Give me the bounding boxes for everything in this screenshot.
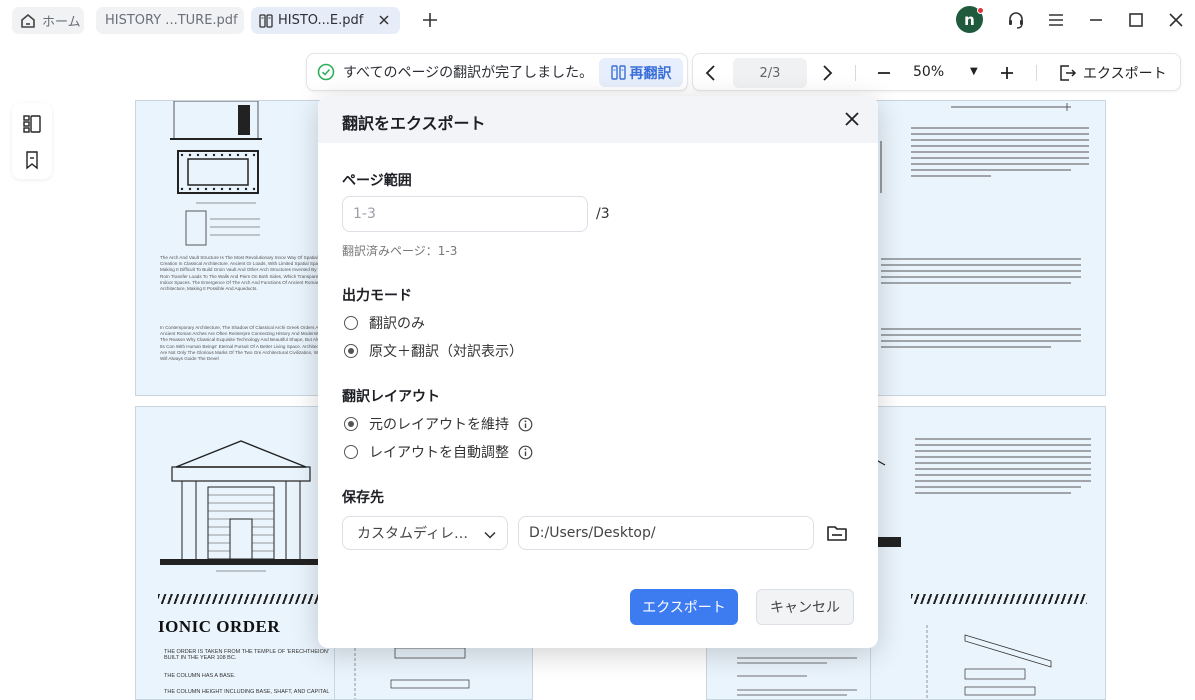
radio-button-selected[interactable] <box>344 344 358 358</box>
page-navigation-toolbar: 2/3 50% ▼ エクスポート <box>692 53 1181 91</box>
radio-keep-layout[interactable]: 元のレイアウトを維持 <box>344 414 533 434</box>
maximize-icon[interactable] <box>1126 10 1146 30</box>
page-range-title: ページ範囲 <box>342 173 412 189</box>
tab-document-2[interactable]: HISTO...E.pdf <box>251 7 400 34</box>
radio-label: 翻訳のみ <box>369 316 425 332</box>
export-button-label: エクスポート <box>642 600 726 616</box>
minimize-icon[interactable] <box>1086 10 1106 30</box>
page-indicator-text: 2/3 <box>759 65 781 81</box>
zoom-level[interactable]: 50% <box>913 64 944 80</box>
page-thumbnail-3: THE ORDER IS TAKEN FROM THE TEMPLE OF 'E… <box>135 406 335 700</box>
new-tab-icon[interactable] <box>419 9 441 31</box>
page-range-placeholder: 1-3 <box>353 206 376 222</box>
roof-detail-drawing <box>926 625 1052 699</box>
translation-complete-notice: すべてのページの翻訳が完了しました。 再翻訳 <box>306 53 688 91</box>
cancel-button-label: キャンセル <box>770 600 840 616</box>
ionic-temple-drawing <box>160 440 322 572</box>
translated-pages-note: 翻訳済みページ：1-3 <box>342 244 458 258</box>
tab-document-1[interactable]: HISTORY ...TURE.pdf <box>96 7 244 34</box>
dialog-title: 翻訳をエクスポート <box>342 114 486 133</box>
radio-label: 原文＋翻訳（対訳表示） <box>369 344 523 360</box>
dialog-header: 翻訳をエクスポート <box>318 96 878 143</box>
destination-select[interactable]: カスタムディレ… <box>342 516 508 550</box>
bookmark-icon[interactable] <box>22 150 42 170</box>
page-1-paragraph-1: The Arch And Vault Structure Is The Most… <box>160 255 326 292</box>
toolbar-divider <box>855 65 856 81</box>
page-3-note-1: THE ORDER IS TAKEN FROM THE TEMPLE OF 'E… <box>164 649 329 661</box>
notice-text: すべてのページの翻訳が完了しました。 <box>343 65 594 81</box>
radio-translation-only[interactable]: 翻訳のみ <box>344 313 425 333</box>
tab-home[interactable]: ホーム <box>12 7 84 34</box>
title-bar: ホーム HISTORY ...TURE.pdf HISTO...E.pdf n <box>0 0 1195 40</box>
zoom-in-icon[interactable] <box>997 63 1017 83</box>
side-rail <box>12 103 52 179</box>
radio-bilingual[interactable]: 原文＋翻訳（対訳表示） <box>344 341 523 361</box>
info-icon[interactable] <box>518 417 533 432</box>
radio-label: 元のレイアウトを維持 <box>369 417 509 433</box>
export-button[interactable]: エクスポート <box>630 589 738 625</box>
retranslate-button[interactable]: 再翻訳 <box>599 58 683 87</box>
tab-home-label: ホーム <box>42 15 81 30</box>
layout-title: 翻訳レイアウト <box>342 389 440 405</box>
export-icon <box>1060 65 1077 81</box>
zoom-dropdown-icon[interactable]: ▼ <box>970 66 978 77</box>
translate-icon <box>610 65 626 80</box>
tab-document-1-label: HISTORY ...TURE.pdf <box>105 13 238 28</box>
radio-auto-layout[interactable]: レイアウトを自動調整 <box>344 442 533 462</box>
page-thumbnail-2 <box>870 100 1106 396</box>
next-page-icon[interactable] <box>817 63 837 83</box>
close-window-icon[interactable] <box>1166 10 1186 30</box>
translated-text-lines <box>880 103 1089 348</box>
radio-button[interactable] <box>344 316 358 330</box>
avatar-initial: n <box>964 10 975 29</box>
prev-page-icon[interactable] <box>701 63 721 83</box>
radio-button-selected[interactable] <box>344 417 358 431</box>
toolbar-divider-2 <box>1036 65 1037 81</box>
destination-path-input[interactable]: D:/Users/Desktop/ <box>518 516 814 550</box>
decorative-hatch-line-2 <box>911 594 1087 604</box>
page-thumbnail-1: The Arch And Vault Structure Is The Most… <box>135 100 335 396</box>
page-indicator[interactable]: 2/3 <box>733 58 807 88</box>
page-range-input[interactable]: 1-3 <box>342 196 588 232</box>
chevron-down-icon <box>484 531 496 539</box>
temple-plan-drawing <box>170 101 262 246</box>
ionic-order-heading: IONIC ORDER <box>158 617 281 636</box>
page-3-note-3: THE COLUMN HEIGHT INCLUDING BASE, SHAFT,… <box>164 689 330 695</box>
page-range-total: /3 <box>596 206 610 222</box>
export-translation-dialog: 翻訳をエクスポート ページ範囲 1-3 /3 翻訳済みページ：1-3 出力モード… <box>318 96 878 648</box>
close-dialog-icon[interactable] <box>842 109 862 129</box>
export-toolbar-button[interactable]: エクスポート <box>1057 62 1167 84</box>
notification-dot <box>977 7 984 14</box>
folder-icon[interactable] <box>826 522 848 544</box>
translate-doc-icon <box>259 13 273 28</box>
page-3-note-2: THE COLUMN HAS A BASE. <box>164 673 236 679</box>
cancel-button[interactable]: キャンセル <box>756 589 854 625</box>
destination-select-value: カスタムディレ… <box>357 526 469 542</box>
close-tab-icon[interactable] <box>376 12 392 28</box>
export-toolbar-label: エクスポート <box>1083 66 1167 82</box>
home-icon <box>21 13 35 28</box>
menu-icon[interactable] <box>1046 10 1066 30</box>
support-icon[interactable] <box>1006 10 1026 30</box>
check-circle-icon <box>317 63 335 81</box>
radio-label: レイアウトを自動調整 <box>369 445 509 461</box>
info-icon[interactable] <box>518 445 533 460</box>
decorative-hatch-line <box>158 594 332 604</box>
zoom-out-icon[interactable] <box>874 63 894 83</box>
destination-title: 保存先 <box>342 490 384 506</box>
thumbnails-icon[interactable] <box>22 114 42 134</box>
page-1-paragraph-2: In Contemporary Architecture, The Shadow… <box>160 325 327 362</box>
destination-path-value: D:/Users/Desktop/ <box>529 525 656 541</box>
retranslate-label: 再翻訳 <box>629 65 672 82</box>
tab-document-2-label: HISTO...E.pdf <box>278 13 364 28</box>
radio-button[interactable] <box>344 445 358 459</box>
output-mode-title: 出力モード <box>342 288 412 304</box>
page-thumbnail-4 <box>870 406 1106 700</box>
